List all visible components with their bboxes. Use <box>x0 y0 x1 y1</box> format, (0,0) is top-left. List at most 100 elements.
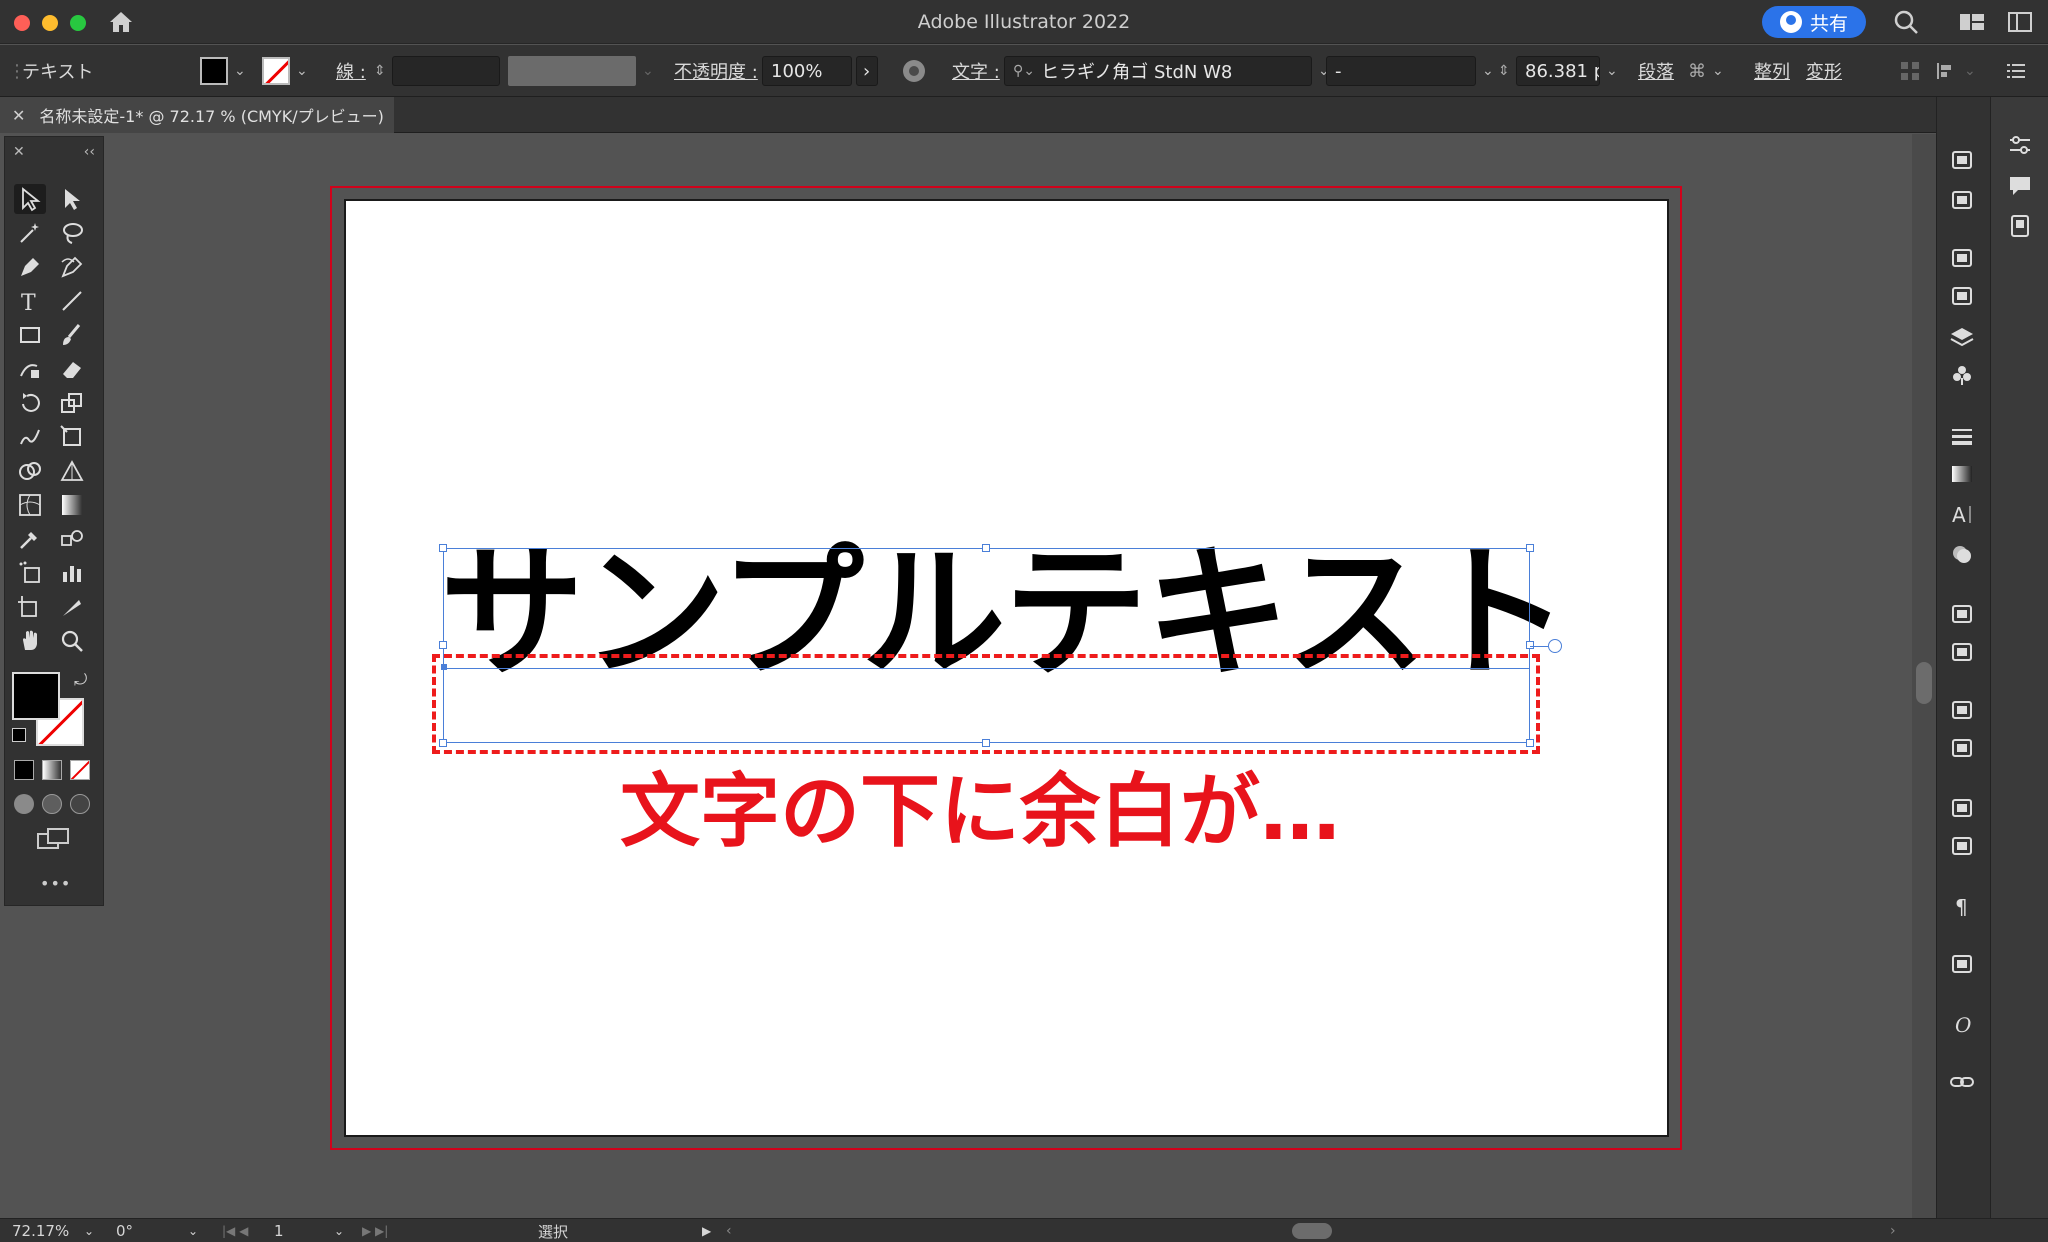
color-mode-icon[interactable] <box>14 760 34 780</box>
chevron-down-icon[interactable]: ⌄ <box>188 1219 198 1242</box>
status-menu-arrow[interactable]: ▶ <box>702 1219 711 1242</box>
magic-wand-tool[interactable] <box>14 218 46 248</box>
transform-label[interactable]: 変形 <box>1806 45 1842 97</box>
mesh-tool[interactable] <box>14 490 46 520</box>
document-tab[interactable]: ✕ 名称未設定-1* @ 72.17 % (CMYK/プレビュー) <box>0 97 394 133</box>
align-label[interactable]: 整列 <box>1754 45 1790 97</box>
draw-inside-icon[interactable] <box>70 794 90 814</box>
home-icon[interactable] <box>108 10 134 34</box>
font-size-field[interactable]: 86.381 p ⌄ <box>1516 45 1618 97</box>
bounding-handle-tl[interactable] <box>439 544 447 552</box>
vertical-scrollbar[interactable] <box>1912 134 1936 1218</box>
slice-tool[interactable] <box>56 592 88 622</box>
character-panel-icon[interactable]: A <box>1948 500 1976 528</box>
share-button[interactable]: 共有 <box>1762 6 1866 38</box>
close-window-button[interactable] <box>14 15 30 31</box>
swap-fill-stroke-icon[interactable]: ⤾ <box>74 670 87 690</box>
zoom-window-button[interactable] <box>70 15 86 31</box>
artboard-tool[interactable] <box>14 592 46 622</box>
gradient-mode-icon[interactable] <box>42 760 62 780</box>
bounding-handle-tc[interactable] <box>982 544 990 552</box>
recolor-artwork-icon[interactable] <box>900 57 928 85</box>
hand-tool[interactable] <box>14 626 46 656</box>
horizontal-scroll-thumb[interactable] <box>1292 1223 1332 1239</box>
appearance-panel-icon[interactable] <box>1948 540 1976 568</box>
zoom-level[interactable]: 72.17% <box>12 1219 69 1242</box>
stroke-panel-icon[interactable] <box>1948 422 1976 450</box>
paragraph-options-icon[interactable]: ⌘ ⌄ <box>1688 45 1724 97</box>
transform-panel-icon[interactable] <box>1948 950 1976 978</box>
last-artboard-button[interactable]: ▶ ▶| <box>362 1219 388 1242</box>
gradient-tool[interactable] <box>56 490 88 520</box>
bounding-handle-tr[interactable] <box>1526 544 1534 552</box>
selection-tool[interactable] <box>14 184 46 214</box>
opacity-label[interactable]: 不透明度 : <box>674 45 758 97</box>
draw-normal-icon[interactable] <box>14 794 34 814</box>
column-graph-tool[interactable] <box>56 558 88 588</box>
curvature-tool[interactable] <box>56 252 88 282</box>
transparency-panel-icon[interactable] <box>1948 186 1976 214</box>
brushes-panel-icon[interactable] <box>1948 282 1976 310</box>
layers-panel-icon[interactable] <box>1948 324 1976 352</box>
rotate-tool[interactable] <box>14 388 46 418</box>
artboards-panel-icon[interactable] <box>1948 734 1976 762</box>
perspective-grid-tool[interactable] <box>56 456 88 486</box>
shaper-tool[interactable] <box>14 354 46 384</box>
properties-panel-icon[interactable] <box>2006 132 2034 160</box>
chevron-down-icon[interactable]: ⌄ <box>1964 45 1976 97</box>
direct-selection-tool[interactable] <box>56 184 88 214</box>
export-panel-icon[interactable] <box>1948 696 1976 724</box>
screen-mode-icon[interactable] <box>36 826 70 854</box>
line-segment-tool[interactable] <box>56 286 88 316</box>
control-bar-grip[interactable]: ⋮ <box>8 45 26 97</box>
graphic-styles-panel-icon[interactable] <box>1948 600 1976 628</box>
bounding-handle-ml[interactable] <box>439 641 447 649</box>
artboard-number[interactable]: 1 <box>274 1219 284 1242</box>
opacity-field[interactable]: 100% <box>762 45 852 97</box>
fill-color-swatch[interactable] <box>12 672 60 720</box>
close-tab-icon[interactable]: ✕ <box>12 106 25 125</box>
fill-swatch[interactable]: ⌄ <box>200 45 246 97</box>
default-colors-icon[interactable] <box>12 728 26 742</box>
stroke-style-dropdown[interactable]: ⌄ <box>508 45 654 97</box>
blend-tool[interactable] <box>56 524 88 554</box>
font-family-field[interactable]: ⚲⌄ ヒラギノ角ゴ StdN W8 ⌄ <box>1004 45 1330 97</box>
opacity-value[interactable]: 100% <box>762 56 852 86</box>
links-panel-icon[interactable] <box>1948 1068 1976 1096</box>
type-out-port[interactable] <box>1548 639 1562 653</box>
libraries-panel-icon[interactable] <box>2006 212 2034 240</box>
scroll-right-arrow[interactable]: › <box>1890 1219 1896 1242</box>
font-size-stepper[interactable]: ⇕ <box>1498 45 1510 97</box>
scroll-thumb[interactable] <box>1916 662 1932 704</box>
control-panel-menu-icon[interactable] <box>2004 59 2028 83</box>
panel-layout-icon[interactable] <box>2006 8 2034 36</box>
scroll-left-arrow[interactable]: ‹ <box>726 1219 732 1242</box>
symbol-sprayer-tool[interactable] <box>14 558 46 588</box>
stroke-weight-field[interactable]: ⌄ <box>392 45 518 97</box>
swatches-panel-icon[interactable] <box>1948 244 1976 272</box>
zoom-tool[interactable] <box>56 626 88 656</box>
character-label[interactable]: 文字 : <box>952 45 1000 97</box>
rotation-value[interactable]: 0° <box>116 1219 133 1242</box>
search-icon[interactable] <box>1892 8 1920 36</box>
gradient-panel-icon[interactable] <box>1948 460 1976 488</box>
draw-behind-icon[interactable] <box>42 794 62 814</box>
none-mode-icon[interactable] <box>70 760 90 780</box>
warp-tool[interactable] <box>14 422 46 452</box>
paintbrush-tool[interactable] <box>56 320 88 350</box>
opentype-panel-icon[interactable]: O <box>1948 1010 1976 1038</box>
collapse-panel-icon[interactable]: ‹‹ <box>84 144 95 160</box>
eraser-tool[interactable] <box>56 354 88 384</box>
minimize-window-button[interactable] <box>42 15 58 31</box>
align-panel-icon[interactable] <box>1948 794 1976 822</box>
stroke-weight-stepper[interactable]: ⇕ <box>374 45 386 97</box>
chevron-down-icon[interactable]: ⌄ <box>84 1219 94 1242</box>
comments-panel-icon[interactable] <box>2006 172 2034 200</box>
paragraph-label[interactable]: 段落 <box>1638 45 1674 97</box>
shape-builder-tool[interactable] <box>14 456 46 486</box>
chevron-down-icon[interactable]: ⌄ <box>334 1219 344 1242</box>
arrange-icon[interactable] <box>1934 59 1958 83</box>
first-artboard-button[interactable]: |◀ ◀ <box>222 1219 248 1242</box>
paragraph-panel-icon[interactable]: ¶ <box>1948 892 1976 920</box>
font-style-field[interactable]: - ⌄ <box>1326 45 1494 97</box>
